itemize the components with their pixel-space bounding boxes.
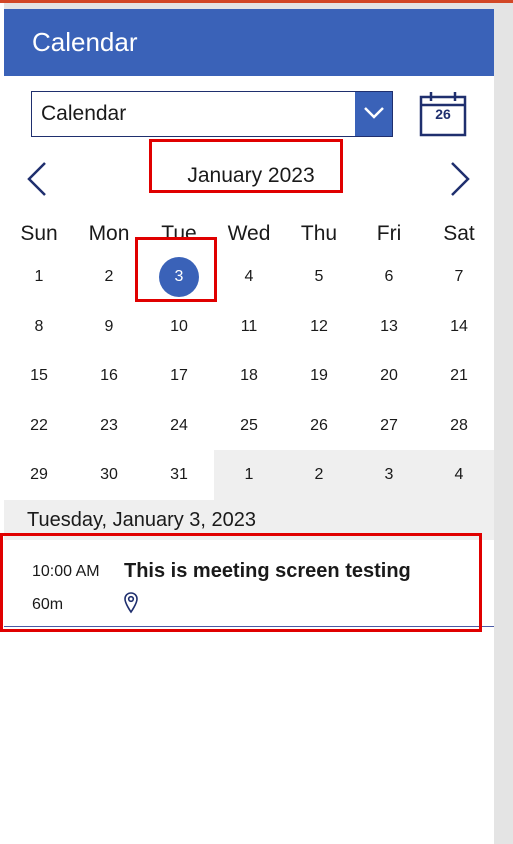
day-cell[interactable]: 9	[74, 302, 144, 352]
calendar-panel: Calendar Calendar 26 January 2023 Sun Mo…	[4, 9, 494, 844]
calendar-select-value: Calendar	[41, 102, 127, 125]
day-number: 1	[34, 268, 44, 285]
day-cell[interactable]: 3	[354, 450, 424, 500]
day-number: 1	[244, 466, 254, 484]
day-grid: 1 2 3 4 5 6 7 8 9 10 11 12 13 14 15 16 17 18 19 20 21 22 23 24 2…	[4, 252, 494, 500]
day-cell[interactable]: 2	[74, 252, 144, 302]
day-cell[interactable]: 13	[354, 302, 424, 352]
day-number: 3	[384, 466, 394, 484]
calendar-icon[interactable]: 26	[418, 91, 468, 137]
weekday-label: Mon	[88, 222, 130, 245]
day-number: 29	[30, 466, 48, 484]
day-number: 31	[170, 466, 188, 484]
day-cell[interactable]: 11	[214, 302, 284, 352]
chevron-down-icon	[364, 107, 384, 119]
day-number: 5	[314, 268, 324, 285]
day-cell[interactable]: 15	[4, 351, 74, 401]
weekday-header: Sun Mon Tue Wed Thu Fri Sat	[4, 219, 494, 249]
day-cell[interactable]: 5	[284, 252, 354, 302]
previous-month-button[interactable]	[26, 161, 50, 197]
weekday-label: Sun	[20, 222, 58, 245]
chevron-right-icon	[451, 162, 470, 196]
day-number: 17	[170, 367, 188, 385]
day-cell[interactable]: 10	[144, 302, 214, 352]
day-number: 2	[314, 466, 324, 484]
day-number: 4	[244, 268, 254, 285]
weekday-label: Sat	[443, 222, 475, 245]
day-cell[interactable]: 8	[4, 302, 74, 352]
day-cell[interactable]: 6	[354, 252, 424, 302]
day-number: 13	[380, 317, 398, 335]
day-cell[interactable]: 19	[284, 351, 354, 401]
day-number: 20	[380, 367, 398, 385]
day-number: 16	[100, 367, 118, 385]
day-highlight-box	[135, 237, 217, 302]
month-highlight-box	[149, 139, 343, 193]
day-cell[interactable]: 29	[4, 450, 74, 500]
day-number: 24	[170, 416, 188, 434]
day-number: 10	[170, 317, 188, 335]
weekday-label: Thu	[300, 222, 338, 245]
day-cell[interactable]: 2	[284, 450, 354, 500]
day-cell[interactable]: 30	[74, 450, 144, 500]
day-number: 15	[30, 367, 48, 385]
day-number: 30	[100, 466, 118, 484]
day-cell[interactable]: 20	[354, 351, 424, 401]
day-number: 7	[454, 268, 464, 285]
calendar-icon-day: 26	[435, 106, 451, 122]
day-cell[interactable]: 1	[4, 252, 74, 302]
day-number: 21	[450, 367, 468, 385]
day-cell[interactable]: 14	[424, 302, 494, 352]
day-number: 22	[30, 416, 48, 434]
day-number: 28	[450, 416, 468, 434]
day-cell[interactable]: 7	[424, 252, 494, 302]
day-number: 6	[384, 268, 394, 285]
day-cell[interactable]: 24	[144, 401, 214, 451]
day-cell[interactable]: 4	[214, 252, 284, 302]
day-cell[interactable]: 26	[284, 401, 354, 451]
weekday-label: Wed	[227, 222, 271, 245]
day-number: 8	[34, 317, 44, 335]
day-cell[interactable]: 27	[354, 401, 424, 451]
day-number: 4	[454, 466, 464, 484]
day-number: 14	[450, 317, 468, 335]
chevron-left-icon	[27, 162, 46, 196]
day-number: 19	[310, 367, 328, 385]
day-number: 12	[310, 317, 328, 335]
day-cell[interactable]: 17	[144, 351, 214, 401]
day-cell[interactable]: 21	[424, 351, 494, 401]
day-cell[interactable]: 1	[214, 450, 284, 500]
day-number: 2	[104, 268, 114, 285]
top-accent-strip	[0, 0, 513, 3]
day-cell[interactable]: 22	[4, 401, 74, 451]
event-highlight-box	[0, 533, 482, 632]
day-number: 27	[380, 416, 398, 434]
day-number: 9	[104, 317, 114, 335]
day-cell[interactable]: 12	[284, 302, 354, 352]
app-header: Calendar	[4, 9, 494, 76]
next-month-button[interactable]	[447, 161, 471, 197]
day-number: 25	[240, 416, 258, 434]
weekday-label: Fri	[376, 222, 402, 245]
day-number: 26	[310, 416, 328, 434]
day-cell[interactable]: 31	[144, 450, 214, 500]
day-cell[interactable]: 18	[214, 351, 284, 401]
day-number: 23	[100, 416, 118, 434]
day-number: 11	[240, 317, 258, 335]
day-number: 18	[240, 367, 258, 385]
day-cell[interactable]: 28	[424, 401, 494, 451]
app-title: Calendar	[32, 27, 138, 57]
day-cell[interactable]: 4	[424, 450, 494, 500]
day-cell[interactable]: 25	[214, 401, 284, 451]
day-cell[interactable]: 23	[74, 401, 144, 451]
day-cell[interactable]: 16	[74, 351, 144, 401]
dropdown-toggle-button[interactable]	[355, 92, 392, 136]
calendar-select[interactable]: Calendar	[31, 91, 393, 137]
